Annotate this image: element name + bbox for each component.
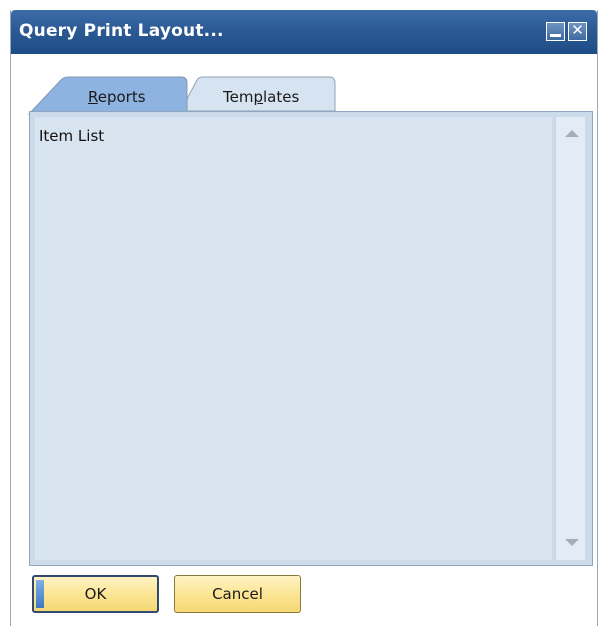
tab-shapes [27,76,336,115]
window-title: Query Print Layout... [19,21,224,41]
reports-panel: Item List [29,111,593,566]
close-button[interactable]: ✕ [568,21,587,41]
minimize-icon [550,34,561,37]
tab-reports-mnemonic: R [88,88,98,106]
ok-button-label: OK [84,585,107,603]
tab-templates-label-end: lates [263,88,300,106]
focus-indicator [36,580,44,608]
cancel-button-label: Cancel [212,585,263,603]
scroll-up-arrow-icon[interactable] [565,130,579,137]
close-icon: ✕ [571,21,584,39]
tab-templates[interactable]: Templates [223,88,299,106]
scroll-down-arrow-icon[interactable] [565,539,579,546]
cancel-button[interactable]: Cancel [174,575,301,613]
vertical-scrollbar[interactable] [555,117,585,560]
tab-reports-label-rest: eports [97,88,146,106]
tab-templates-label-start: Tem [223,88,254,106]
minimize-button[interactable] [546,22,565,41]
query-print-layout-window: Query Print Layout... ✕ Reports Template… [10,10,598,626]
tab-templates-mnemonic: p [253,88,263,106]
ok-button[interactable]: OK [32,575,159,613]
tab-reports[interactable]: Reports [88,88,146,106]
report-list[interactable]: Item List [35,117,552,560]
title-bar[interactable]: Query Print Layout... ✕ [11,10,597,54]
tab-strip: Reports Templates [11,54,597,116]
list-item[interactable]: Item List [39,127,104,145]
